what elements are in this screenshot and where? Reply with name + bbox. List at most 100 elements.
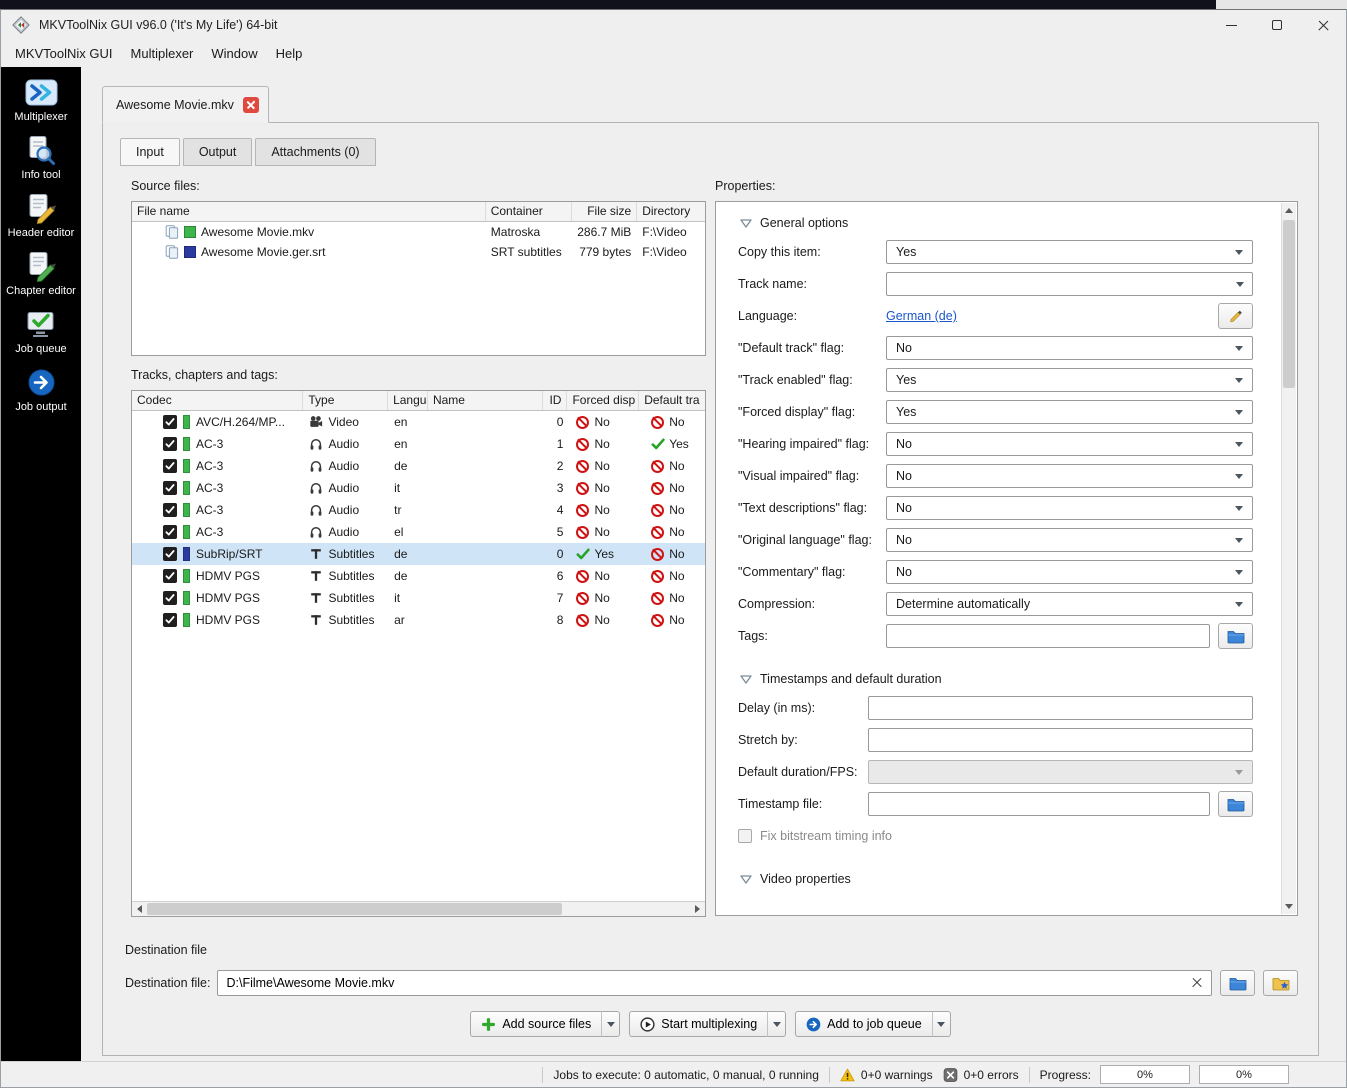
language-link[interactable]: German (de) [886,309,957,323]
stretch-by-input[interactable] [868,728,1253,752]
track-row[interactable]: AC-3 Audio it 3 No No [132,477,705,499]
col-directory[interactable]: Directory [637,202,705,221]
sidebar-item-multiplexer[interactable]: Multiplexer [14,76,68,123]
default-track-flag-select[interactable]: No [886,336,1253,360]
col-type[interactable]: Type [303,391,389,410]
track-row[interactable]: AC-3 Audio el 5 No No [132,521,705,543]
col-language[interactable]: Langua [388,391,428,410]
start-multiplexing-menu-arrow[interactable] [768,1011,787,1037]
maximize-button[interactable] [1254,10,1300,40]
track-id: 6 [556,569,564,583]
track-row[interactable]: AC-3 Audio de 2 No No [132,455,705,477]
track-checkbox[interactable] [163,547,177,561]
close-button[interactable] [1300,10,1346,40]
col-id[interactable]: ID [543,391,568,410]
track-row[interactable]: HDMV PGS Subtitles de 6 No No [132,565,705,587]
compression-select[interactable]: Determine automatically [886,592,1253,616]
file-tab-close-icon[interactable] [242,96,259,113]
sidebar-item-chapter-editor[interactable]: Chapter editor [6,250,76,297]
menu-help[interactable]: Help [267,42,312,65]
scrollbar-thumb[interactable] [1283,220,1295,388]
track-row[interactable]: AVC/H.264/MP... Video en 0 No No [132,411,705,433]
destination-favorite-folder-button[interactable] [1263,970,1298,996]
track-row-selected[interactable]: SubRip/SRT Subtitles de 0 Yes No [132,543,705,565]
visual-impaired-flag-select[interactable]: No [886,464,1253,488]
timestamp-file-browse-button[interactable] [1218,791,1253,817]
delay-input[interactable] [868,696,1253,720]
chevron-down-icon[interactable] [1236,281,1244,287]
track-checkbox[interactable] [163,481,177,495]
destination-file-input[interactable] [217,970,1212,996]
sidebar-item-job-output[interactable]: Job output [15,366,67,413]
track-checkbox[interactable] [163,437,177,451]
col-file-size[interactable]: File size [572,202,638,221]
track-default: No [669,569,685,583]
menu-mkvtoolnix-gui[interactable]: MKVToolNix GUI [6,42,122,65]
sidebar-item-header-editor[interactable]: Header editor [8,192,74,239]
col-codec[interactable]: Codec [132,391,304,410]
minimize-button[interactable] [1208,10,1254,40]
section-timestamps[interactable]: Timestamps and default duration [740,672,1253,686]
track-row[interactable]: HDMV PGS Subtitles it 7 No No [132,587,705,609]
col-default-track[interactable]: Default tra [639,391,705,410]
copy-this-item-select[interactable]: Yes [886,240,1253,264]
source-file-row[interactable]: Awesome Movie.ger.srt SRT subtitles 779 … [132,242,705,262]
vertical-scrollbar[interactable] [1281,203,1296,914]
track-row[interactable]: AC-3 Audio tr 4 No No [132,499,705,521]
scroll-down-arrow[interactable] [1282,899,1297,914]
track-checkbox[interactable] [163,591,177,605]
source-file-row[interactable]: Awesome Movie.mkv Matroska 286.7 MiB F:\… [132,222,705,242]
timestamp-file-input[interactable] [868,792,1210,816]
menu-window[interactable]: Window [202,42,266,65]
field-label: Language: [738,309,798,323]
forced-display-flag-select[interactable]: Yes [886,400,1253,424]
track-enabled-flag-select[interactable]: Yes [886,368,1253,392]
track-checkbox[interactable] [163,613,177,627]
track-row[interactable]: HDMV PGS Subtitles ar 8 No No [132,609,705,631]
col-container[interactable]: Container [486,202,573,221]
scrollbar-track[interactable] [1282,218,1296,899]
track-checkbox[interactable] [163,569,177,583]
scrollbar-thumb[interactable] [147,903,562,915]
file-tab[interactable]: Awesome Movie.mkv [102,86,269,123]
horizontal-scrollbar[interactable] [132,901,705,916]
start-multiplexing-button[interactable]: Start multiplexing [629,1011,769,1037]
track-checkbox[interactable] [163,503,177,517]
add-source-files-menu-arrow[interactable] [602,1011,621,1037]
track-name-input[interactable] [887,273,1236,295]
scrollbar-track[interactable] [147,902,690,916]
add-to-job-queue-menu-arrow[interactable] [932,1011,951,1037]
section-general-options[interactable]: General options [740,216,1253,230]
hearing-impaired-flag-select[interactable]: No [886,432,1253,456]
text-descriptions-flag-select[interactable]: No [886,496,1253,520]
col-name[interactable]: Name [428,391,543,410]
no-icon [651,503,665,517]
clear-destination-icon[interactable] [1191,977,1203,989]
commentary-flag-select[interactable]: No [886,560,1253,584]
scroll-up-arrow[interactable] [1282,203,1297,218]
track-forced: Yes [594,547,615,561]
sidebar-item-job-queue[interactable]: Job queue [15,308,67,355]
add-to-job-queue-button[interactable]: Add to job queue [795,1011,933,1037]
tab-output[interactable]: Output [182,138,253,166]
tab-input[interactable]: Input [120,138,180,166]
tab-attachments[interactable]: Attachments (0) [255,138,376,166]
tags-browse-button[interactable] [1218,623,1253,649]
section-video-properties[interactable]: Video properties [740,872,1253,886]
original-language-flag-select[interactable]: No [886,528,1253,552]
sidebar-item-info-tool[interactable]: Info tool [21,134,61,181]
col-file-name[interactable]: File name [132,202,486,221]
track-row[interactable]: AC-3 Audio en 1 No Yes [132,433,705,455]
destination-browse-button[interactable] [1220,970,1255,996]
tags-input[interactable] [886,624,1210,648]
scroll-left-arrow[interactable] [132,902,147,917]
track-checkbox[interactable] [163,459,177,473]
col-forced-display[interactable]: Forced disp [567,391,640,410]
track-checkbox[interactable] [163,415,177,429]
edit-language-button[interactable] [1218,303,1253,329]
add-source-files-button[interactable]: Add source files [470,1011,603,1037]
menu-multiplexer[interactable]: Multiplexer [122,42,203,65]
scroll-right-arrow[interactable] [690,902,705,917]
track-codec: SubRip/SRT [196,547,263,561]
track-checkbox[interactable] [163,525,177,539]
